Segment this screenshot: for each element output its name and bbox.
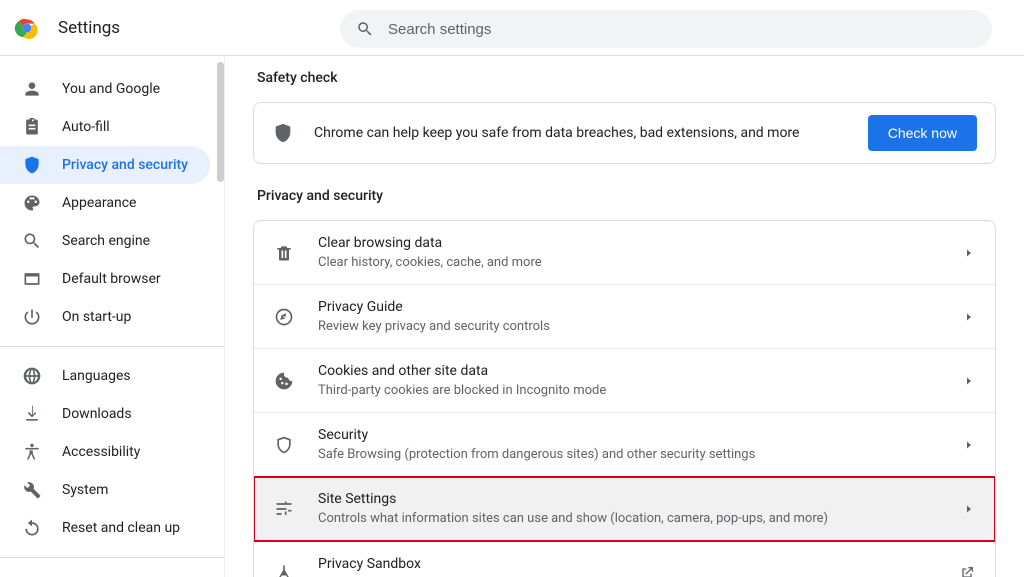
row-subtitle: Controls what information sites can use … (318, 510, 963, 528)
sidebar-item-label: Downloads (62, 406, 132, 422)
sidebar-item-label: Accessibility (62, 444, 140, 460)
sidebar-item-label: System (62, 482, 108, 498)
person-icon (22, 79, 42, 99)
chevron-right-icon (963, 311, 975, 323)
sidebar-item-appearance[interactable]: Appearance (0, 184, 210, 222)
privacy-row-security[interactable]: SecuritySafe Browsing (protection from d… (254, 413, 995, 477)
chevron-right-icon (963, 439, 975, 451)
reset-icon (22, 518, 42, 538)
download-icon (22, 404, 42, 424)
privacy-section-title: Privacy and security (257, 188, 996, 204)
safety-check-text: Chrome can help keep you safe from data … (314, 125, 868, 141)
row-title: Privacy Sandbox (318, 554, 959, 574)
row-subtitle: Third-party cookies are blocked in Incog… (318, 382, 963, 400)
row-title: Cookies and other site data (318, 361, 963, 381)
chevron-right-icon (963, 375, 975, 387)
sidebar-item-search-engine[interactable]: Search engine (0, 222, 210, 260)
safety-check-title: Safety check (257, 70, 996, 86)
sidebar-item-on-start-up[interactable]: On start-up (0, 298, 210, 336)
sidebar-scrollbar[interactable] (214, 56, 224, 577)
flask-icon (274, 563, 294, 577)
row-subtitle: Clear history, cookies, cache, and more (318, 254, 963, 272)
row-title: Site Settings (318, 489, 963, 509)
sidebar-item-downloads[interactable]: Downloads (0, 395, 210, 433)
privacy-row-clear-browsing-data[interactable]: Clear browsing dataClear history, cookie… (254, 221, 995, 285)
chevron-right-icon (963, 247, 975, 259)
sidebar-item-reset-and-clean-up[interactable]: Reset and clean up (0, 509, 210, 547)
sidebar-item-label: You and Google (62, 81, 160, 97)
sidebar-item-label: Appearance (62, 195, 136, 211)
privacy-row-privacy-sandbox[interactable]: Privacy SandboxTrial features are on (254, 541, 995, 577)
sidebar: You and Google Auto-fill Privacy and secur… (0, 56, 225, 577)
sidebar-item-label: Languages (62, 368, 131, 384)
wrench-icon (22, 480, 42, 500)
chrome-logo-icon (14, 15, 40, 41)
sidebar-item-system[interactable]: System (0, 471, 210, 509)
chevron-right-icon (963, 503, 975, 515)
open-in-new-icon (959, 565, 975, 577)
browser-icon (22, 269, 42, 289)
page-title: Settings (58, 18, 120, 38)
privacy-row-site-settings[interactable]: Site SettingsControls what information s… (254, 477, 995, 541)
sidebar-item-label: Privacy and security (62, 157, 188, 173)
sidebar-item-you-and-google[interactable]: You and Google (0, 70, 210, 108)
privacy-row-cookies-and-other-site-data[interactable]: Cookies and other site dataThird-party c… (254, 349, 995, 413)
row-title: Privacy Guide (318, 297, 963, 317)
search-icon (22, 231, 42, 251)
accessibility-icon (22, 442, 42, 462)
power-icon (22, 307, 42, 327)
row-subtitle: Review key privacy and security controls (318, 318, 963, 336)
row-subtitle: Safe Browsing (protection from dangerous… (318, 446, 963, 464)
search-input[interactable] (340, 10, 992, 48)
sidebar-item-auto-fill[interactable]: Auto-fill (0, 108, 210, 146)
sidebar-item-accessibility[interactable]: Accessibility (0, 433, 210, 471)
clipboard-icon (22, 117, 42, 137)
sidebar-item-label: Default browser (62, 271, 161, 287)
palette-icon (22, 193, 42, 213)
shield-outline-icon (274, 435, 294, 455)
trash-icon (274, 243, 294, 263)
sidebar-item-label: Reset and clean up (62, 520, 180, 536)
sidebar-item-label: Auto-fill (62, 119, 110, 135)
content-area: Safety check Chrome can help keep you sa… (225, 56, 1024, 577)
app-header: Settings (0, 0, 1024, 56)
row-title: Security (318, 425, 963, 445)
tune-icon (274, 499, 294, 519)
compass-icon (274, 307, 294, 327)
sidebar-item-extensions[interactable]: Extensions (0, 568, 210, 577)
sidebar-item-label: Search engine (62, 233, 150, 249)
row-title: Clear browsing data (318, 233, 963, 253)
globe-icon (22, 366, 42, 386)
privacy-row-privacy-guide[interactable]: Privacy GuideReview key privacy and secu… (254, 285, 995, 349)
cookie-icon (274, 371, 294, 391)
shield-icon (272, 122, 294, 144)
sidebar-item-label: On start-up (62, 309, 131, 325)
sidebar-item-default-browser[interactable]: Default browser (0, 260, 210, 298)
sidebar-item-privacy-and-security[interactable]: Privacy and security (0, 146, 210, 184)
sidebar-item-languages[interactable]: Languages (0, 357, 210, 395)
privacy-list: Clear browsing dataClear history, cookie… (253, 220, 996, 577)
safety-check-card: Chrome can help keep you safe from data … (253, 102, 996, 164)
shield-icon (22, 155, 42, 175)
check-now-button[interactable]: Check now (868, 115, 977, 151)
search-icon (356, 20, 374, 38)
